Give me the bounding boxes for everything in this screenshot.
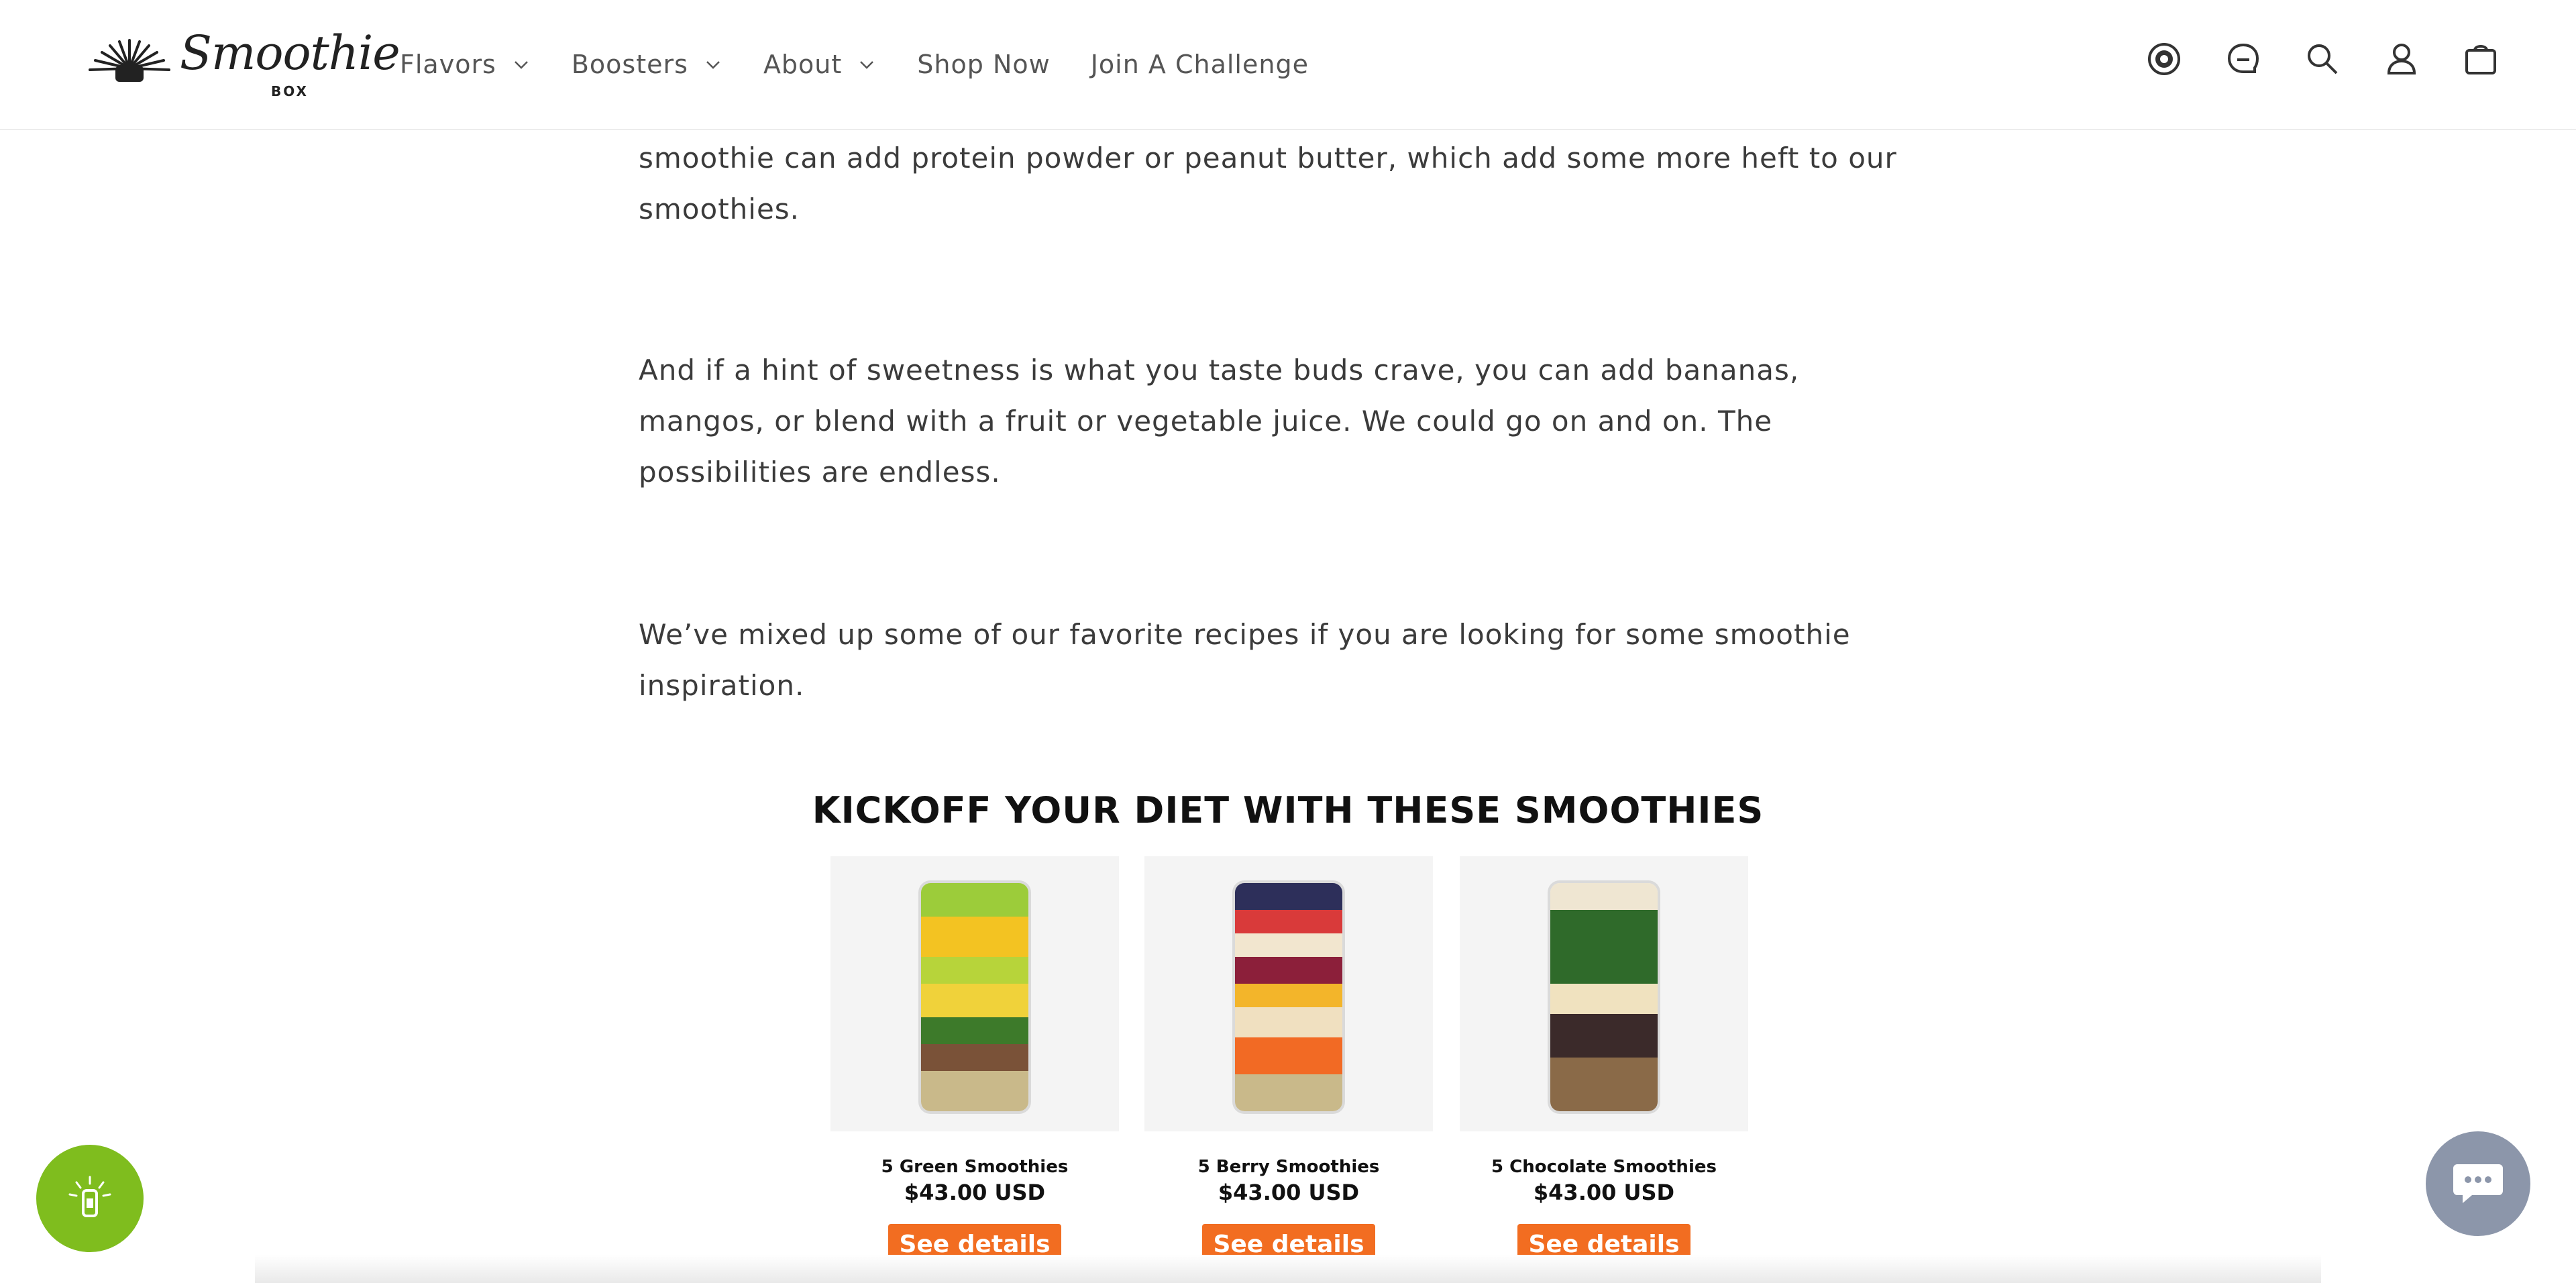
nav-item-about[interactable]: About (763, 50, 877, 79)
nav-label: Flavors (400, 50, 496, 79)
nav-item-shop-now[interactable]: Shop Now (917, 50, 1050, 79)
header-icons (2106, 38, 2502, 81)
nav-label: Join A Challenge (1090, 50, 1309, 79)
product-price: $43.00 USD (1533, 1180, 1675, 1205)
berry-smoothie-jar (1235, 883, 1342, 1111)
nav-label: Boosters (571, 50, 688, 79)
sunrise-logo-icon (89, 39, 170, 82)
green-smoothie-jar (921, 883, 1028, 1111)
product-name[interactable]: 5 Green Smoothies (830, 1157, 1119, 1177)
product-price: $43.00 USD (1218, 1180, 1360, 1205)
chevron-down-icon (860, 61, 874, 69)
article-paragraph: We’ve mixed up some of our favorite reci… (639, 618, 1851, 702)
product-name[interactable]: 5 Berry Smoothies (1144, 1157, 1433, 1177)
chat-launcher-button[interactable] (2426, 1131, 2530, 1236)
cart-icon[interactable] (2459, 38, 2502, 81)
logo-subtext: BOX (271, 83, 309, 99)
product-price: $43.00 USD (904, 1180, 1046, 1205)
nav-item-join-challenge[interactable]: Join A Challenge (1091, 50, 1309, 79)
search-icon[interactable] (2301, 38, 2344, 81)
chocolate-smoothie-jar (1550, 883, 1658, 1111)
site-header: Smoothie BOX Flavors Boosters About Shop… (0, 0, 2576, 130)
product-name[interactable]: 5 Chocolate Smoothies (1460, 1157, 1748, 1177)
nav-item-flavors[interactable]: Flavors (400, 50, 531, 79)
chat-icon (2453, 1164, 2503, 1203)
nav-label: Shop Now (917, 50, 1051, 79)
product-card-chocolate[interactable]: 5 Chocolate Smoothies $43.00 USD See det… (1460, 856, 1748, 1266)
rewards-badge-icon[interactable] (2143, 38, 2186, 81)
nav-item-boosters[interactable]: Boosters (572, 50, 723, 79)
product-card-berry[interactable]: 5 Berry Smoothies $43.00 USD See details (1144, 856, 1433, 1266)
chevron-down-icon (706, 61, 720, 69)
chevron-down-icon (514, 61, 528, 69)
product-image[interactable] (1460, 856, 1748, 1131)
logo[interactable]: Smoothie BOX (86, 24, 400, 105)
product-image[interactable] (830, 856, 1119, 1131)
bottom-scroll-shadow (255, 1255, 2321, 1283)
nav-label: About (763, 50, 843, 79)
accessibility-button[interactable] (36, 1145, 144, 1252)
article-paragraph: smoothie can add protein powder or peanu… (639, 142, 1897, 225)
product-image[interactable] (1144, 856, 1433, 1131)
account-icon[interactable] (2380, 38, 2423, 81)
chat-bubble-icon[interactable] (2222, 38, 2265, 81)
article-paragraph: And if a hint of sweetness is what you t… (639, 354, 1800, 489)
accessibility-icon (68, 1176, 111, 1217)
product-card-green[interactable]: 5 Green Smoothies $43.00 USD See details (830, 856, 1119, 1266)
section-title: KICKOFF YOUR DIET WITH THESE SMOOTHIES (812, 789, 1764, 831)
main-nav: Flavors Boosters About Shop Now Join A C… (400, 43, 1349, 86)
logo-wordmark: Smoothie (180, 25, 400, 81)
